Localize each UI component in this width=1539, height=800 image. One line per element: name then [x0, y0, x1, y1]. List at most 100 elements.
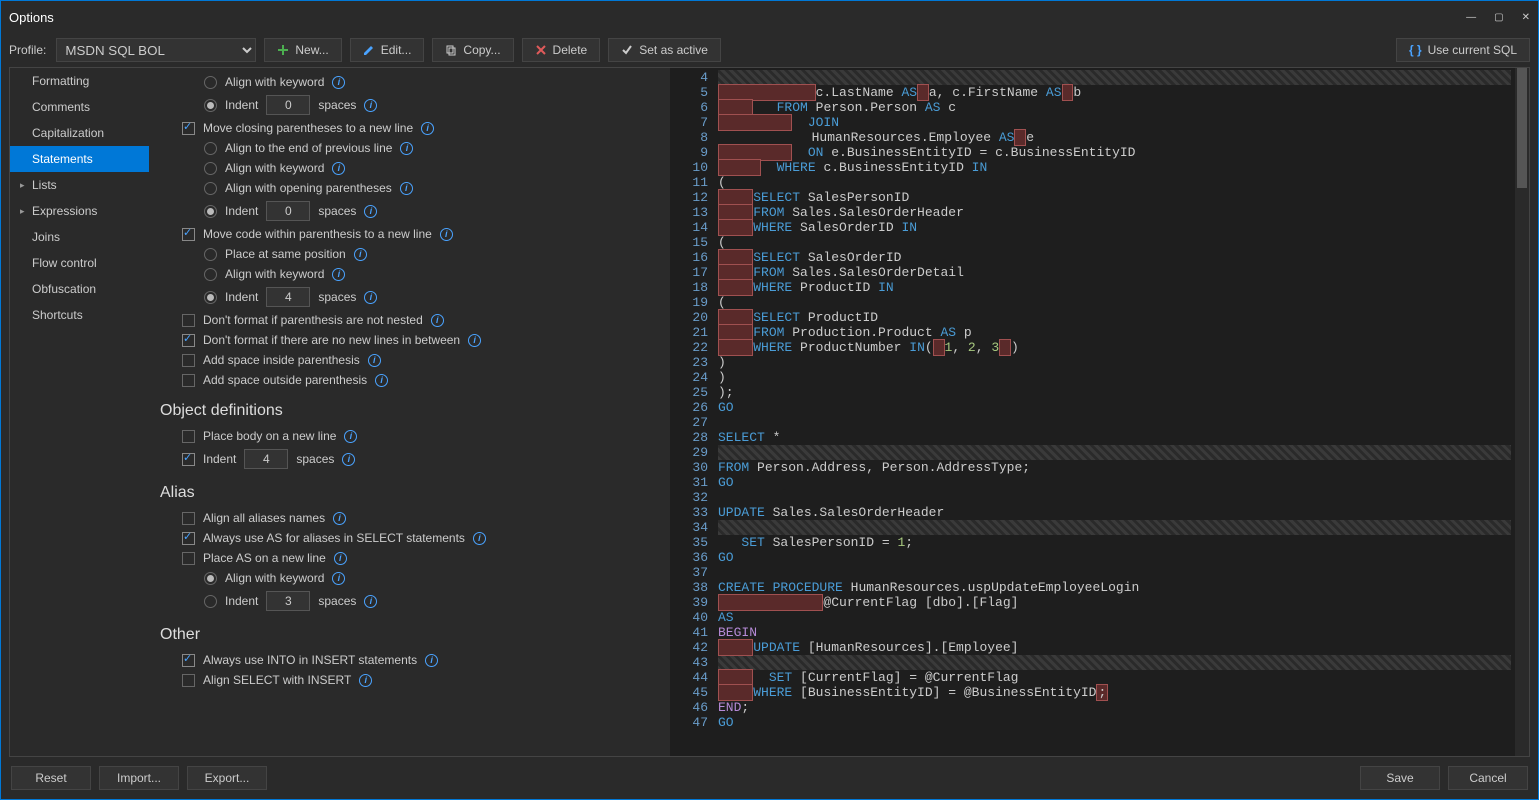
minimize-icon[interactable]: — [1466, 12, 1476, 23]
alias-indent-radio[interactable] [204, 595, 217, 608]
sidebar-item-label: Lists [32, 178, 57, 192]
help-icon[interactable] [332, 76, 345, 89]
sidebar-item-flow-control[interactable]: Flow control [10, 250, 149, 276]
cancel-button[interactable]: Cancel [1448, 766, 1528, 790]
copy-icon [445, 44, 457, 56]
export-button[interactable]: Export... [187, 766, 267, 790]
align-keyword-radio-2[interactable] [204, 162, 217, 175]
section-other: Other [160, 626, 660, 644]
sidebar-item-joins[interactable]: Joins [10, 224, 149, 250]
place-body-chk[interactable] [182, 430, 195, 443]
sidebar-item-label: Statements [32, 152, 93, 166]
check-icon [621, 44, 633, 56]
sidebar-item-label: Flow control [32, 256, 97, 270]
align-all-aliases-chk[interactable] [182, 512, 195, 525]
help-icon[interactable] [342, 453, 355, 466]
options-panel: Align with keyword Indentspaces Move clo… [150, 68, 670, 756]
help-icon[interactable] [364, 291, 377, 304]
help-icon[interactable] [332, 572, 345, 585]
sidebar-item-obfuscation[interactable]: Obfuscation [10, 276, 149, 302]
indent-radio-2[interactable] [204, 205, 217, 218]
code-scrollbar[interactable] [1515, 68, 1529, 756]
help-icon[interactable] [364, 99, 377, 112]
space-inside-chk[interactable] [182, 354, 195, 367]
window-title: Options [9, 10, 54, 25]
help-icon[interactable] [421, 122, 434, 135]
delete-button[interactable]: Delete [522, 38, 601, 62]
copy-button[interactable]: Copy... [432, 38, 513, 62]
align-open-paren-radio[interactable] [204, 182, 217, 195]
help-icon[interactable] [368, 354, 381, 367]
help-icon[interactable] [468, 334, 481, 347]
maximize-icon[interactable]: ▢ [1494, 12, 1503, 23]
close-icon[interactable]: ✕ [1522, 12, 1530, 23]
dont-format-nonew-chk[interactable] [182, 334, 195, 347]
import-button[interactable]: Import... [99, 766, 179, 790]
indent-radio[interactable] [204, 99, 217, 112]
footer: Reset Import... Export... Save Cancel [1, 757, 1538, 799]
space-outside-chk[interactable] [182, 374, 195, 387]
always-as-chk[interactable] [182, 532, 195, 545]
align-keyword-radio-3[interactable] [204, 268, 217, 281]
objdef-indent-chk[interactable] [182, 453, 195, 466]
help-icon[interactable] [354, 248, 367, 261]
move-code-within-chk[interactable] [182, 228, 195, 241]
help-icon[interactable] [375, 374, 388, 387]
alias-indent-input[interactable] [266, 591, 310, 611]
new-button[interactable]: New... [264, 38, 341, 62]
help-icon[interactable] [332, 162, 345, 175]
align-end-prev-radio[interactable] [204, 142, 217, 155]
sidebar-item-statements[interactable]: Statements [10, 146, 149, 172]
align-select-insert-chk[interactable] [182, 674, 195, 687]
help-icon[interactable] [473, 532, 486, 545]
sidebar-item-comments[interactable]: Comments [10, 94, 149, 120]
nav-sidebar: Formatting Comments Capitalization Statemen… [10, 68, 150, 756]
help-icon[interactable] [359, 674, 372, 687]
sidebar-item-label: Formatting [32, 74, 89, 88]
sidebar-item-lists[interactable]: ▸Lists [10, 172, 149, 198]
braces-icon: { } [1409, 43, 1422, 57]
help-icon[interactable] [332, 268, 345, 281]
sidebar-item-label: Obfuscation [32, 282, 96, 296]
dont-format-nested-chk[interactable] [182, 314, 195, 327]
help-icon[interactable] [400, 182, 413, 195]
profile-label: Profile: [9, 43, 46, 57]
alias-align-kw-radio[interactable] [204, 572, 217, 585]
place-same-radio[interactable] [204, 248, 217, 261]
profile-select[interactable]: MSDN SQL BOL [56, 38, 256, 62]
help-icon[interactable] [440, 228, 453, 241]
align-keyword-radio[interactable] [204, 76, 217, 89]
help-icon[interactable] [364, 205, 377, 218]
always-into-chk[interactable] [182, 654, 195, 667]
indent-input-2[interactable] [266, 201, 310, 221]
indent-radio-3[interactable] [204, 291, 217, 304]
scroll-thumb[interactable] [1517, 68, 1527, 188]
edit-button[interactable]: Edit... [350, 38, 425, 62]
delete-icon [535, 44, 547, 56]
help-icon[interactable] [364, 595, 377, 608]
sidebar-item-expressions[interactable]: ▸Expressions [10, 198, 149, 224]
set-active-button[interactable]: Set as active [608, 38, 721, 62]
code-area[interactable]: c.LastName AS a, c.FirstName AS b FROM P… [714, 68, 1515, 756]
save-button[interactable]: Save [1360, 766, 1440, 790]
indent-input[interactable] [266, 95, 310, 115]
help-icon[interactable] [431, 314, 444, 327]
sidebar-item-formatting[interactable]: Formatting [10, 68, 149, 94]
help-icon[interactable] [425, 654, 438, 667]
place-as-newline-chk[interactable] [182, 552, 195, 565]
objdef-indent-input[interactable] [244, 449, 288, 469]
sidebar-item-label: Comments [32, 100, 90, 114]
indent-input-3[interactable] [266, 287, 310, 307]
use-current-sql-button[interactable]: { } Use current SQL [1396, 38, 1530, 62]
sidebar-item-capitalization[interactable]: Capitalization [10, 120, 149, 146]
help-icon[interactable] [344, 430, 357, 443]
titlebar: Options — ▢ ✕ [1, 1, 1538, 33]
toolbar: Profile: MSDN SQL BOL New... Edit... Cop… [1, 33, 1538, 67]
help-icon[interactable] [334, 552, 347, 565]
help-icon[interactable] [400, 142, 413, 155]
reset-button[interactable]: Reset [11, 766, 91, 790]
move-closing-chk[interactable] [182, 122, 195, 135]
sidebar-item-shortcuts[interactable]: Shortcuts [10, 302, 149, 328]
help-icon[interactable] [333, 512, 346, 525]
section-alias: Alias [160, 484, 660, 502]
